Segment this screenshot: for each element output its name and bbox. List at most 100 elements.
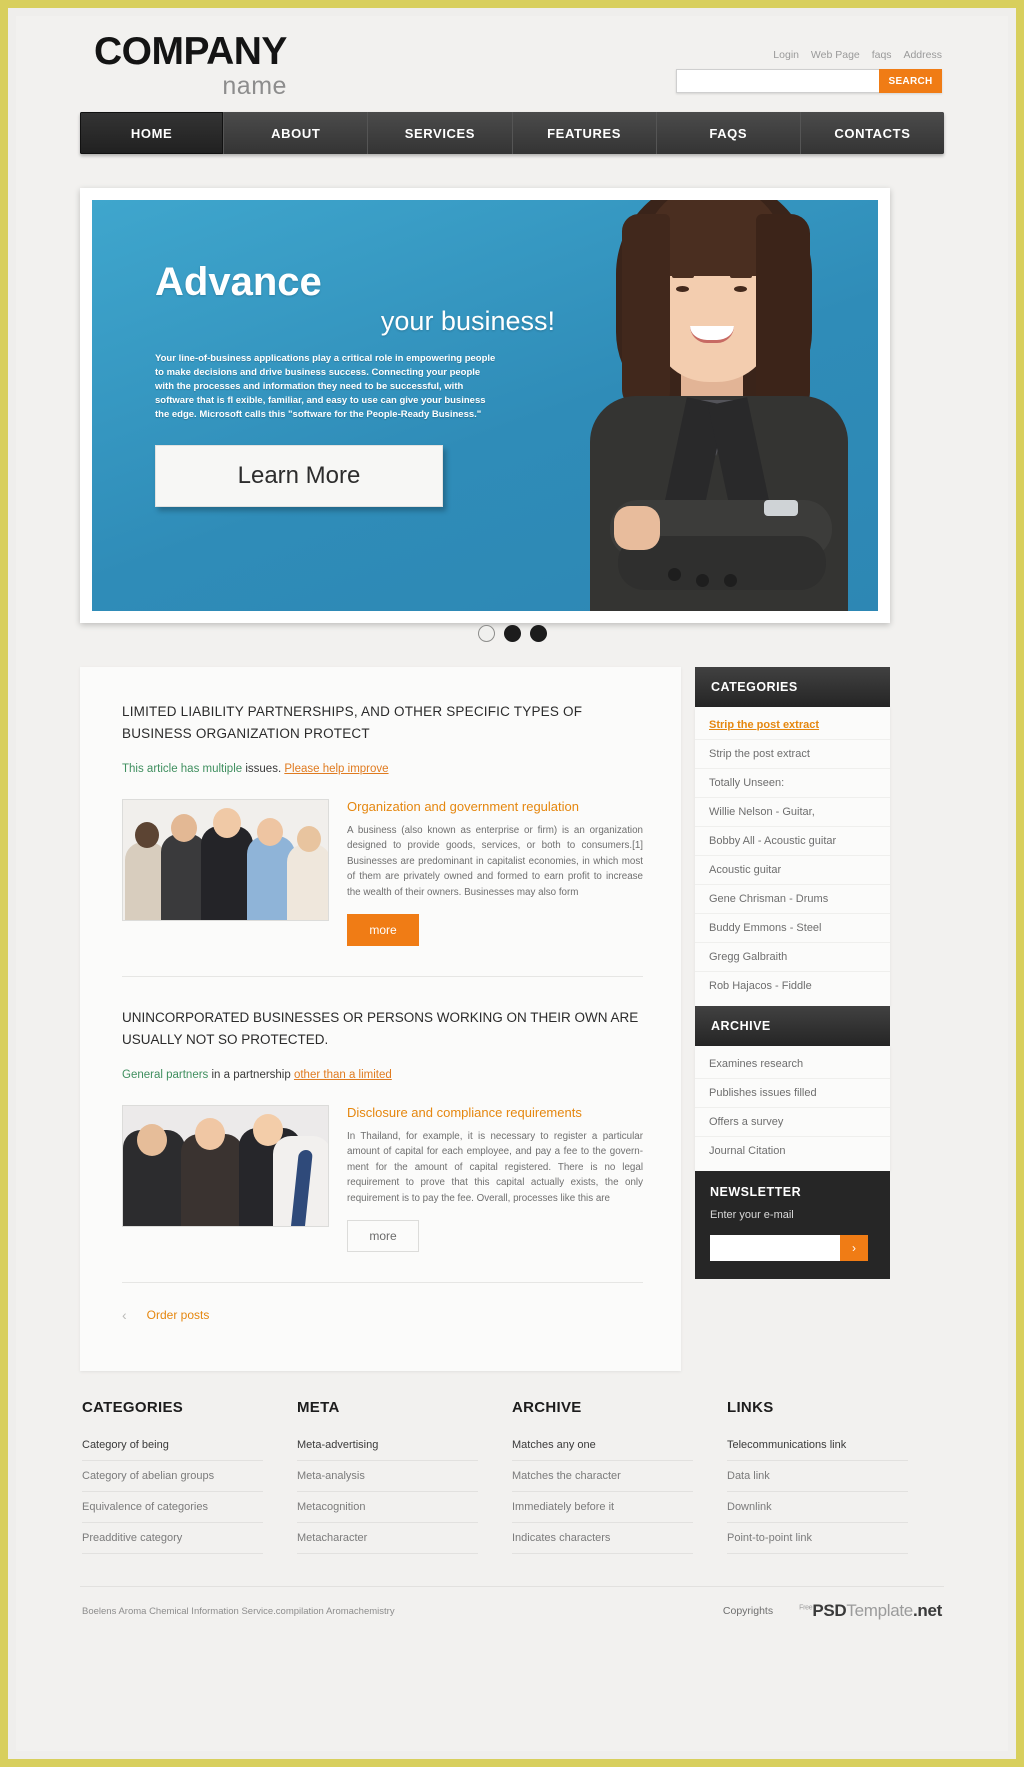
newsletter-submit-button[interactable]: ›	[840, 1235, 868, 1261]
page-sheet: COMPANY name Login Web Page faqs Address…	[16, 16, 1008, 1751]
brand-template: Template	[846, 1601, 913, 1621]
nav-label-faqs: FAQS	[709, 125, 748, 141]
footer-link-meta-3[interactable]: Metacharacter	[297, 1523, 478, 1555]
footer-link-arch-3[interactable]: Indicates characters	[512, 1523, 693, 1555]
footer-link-links-0[interactable]: Telecommunications link	[727, 1430, 908, 1462]
top-link-faqs[interactable]: faqs	[872, 49, 892, 61]
article-2-heading[interactable]: Disclosure and compliance requirements	[347, 1105, 643, 1120]
logo[interactable]: COMPANY name	[94, 32, 287, 99]
footer-link-cat-2[interactable]: Equivalence of categories	[82, 1492, 263, 1524]
sidebar-item-archive-0[interactable]: Examines research	[695, 1050, 890, 1079]
content-area: LIMITED LIABILITY PARTNERSHIPS, AND OTHE…	[80, 667, 944, 1372]
footer-column-categories: CATEGORIES Category of being Category of…	[82, 1399, 297, 1555]
article-1-title: LIMITED LIABILITY PARTNERSHIPS, AND OTHE…	[122, 704, 583, 741]
nav-item-contacts[interactable]: CONTACTS	[800, 112, 944, 154]
footer-link-meta-1[interactable]: Meta-analysis	[297, 1461, 478, 1493]
footer-link-cat-3[interactable]: Preadditive category	[82, 1523, 263, 1555]
newsletter-panel: NEWSLETTER Enter your e-mail ›	[695, 1171, 890, 1279]
hero-heading: Advance	[155, 260, 322, 304]
footer-bar: Boelens Aroma Chemical Information Servi…	[80, 1586, 944, 1621]
newsletter-title: NEWSLETTER	[710, 1185, 802, 1199]
article-2-more-button[interactable]: more	[347, 1220, 419, 1253]
nav-item-home[interactable]: HOME	[80, 112, 225, 154]
sidebar-item-archive-1[interactable]: Publishes issues filled	[695, 1079, 890, 1108]
article-2-thumbnail[interactable]	[122, 1104, 329, 1227]
sidebar-item-category-3[interactable]: Willie Nelson - Guitar,	[695, 798, 890, 827]
top-links: Login Web Page faqs Address	[764, 49, 942, 61]
footer-title-categories: CATEGORIES	[82, 1399, 184, 1417]
search-button[interactable]: SEARCH	[879, 69, 942, 93]
article-2-body-wrap: Disclosure and compliance requirements I…	[347, 1105, 643, 1253]
nav-item-features[interactable]: FEATURES	[512, 112, 657, 154]
brand-net: .net	[912, 1601, 942, 1621]
article-2-notice-link[interactable]: other than a limited	[294, 1069, 392, 1081]
sidebar-item-category-8[interactable]: Gregg Galbraith	[695, 943, 890, 972]
slider-dot-1[interactable]	[477, 625, 495, 642]
slider-dot-2[interactable]	[503, 625, 521, 642]
main-column: LIMITED LIABILITY PARTNERSHIPS, AND OTHE…	[80, 667, 681, 1372]
article-1-more-button[interactable]: more	[347, 914, 419, 947]
article-2-title: UNINCORPORATED BUSINESSES OR PERSONS WOR…	[122, 1010, 639, 1047]
top-link-login[interactable]: Login	[773, 49, 799, 61]
nav-item-faqs[interactable]: FAQS	[656, 112, 801, 154]
article-1-notice-link[interactable]: Please help improve	[284, 763, 388, 775]
footer-link-meta-2[interactable]: Metacognition	[297, 1492, 478, 1524]
page-inner: COMPANY name Login Web Page faqs Address…	[80, 16, 944, 1621]
nav-label-services: SERVICES	[404, 125, 476, 141]
article-2-notice: General partners in a partnership other …	[122, 1069, 643, 1081]
sidebar-item-category-7[interactable]: Buddy Emmons - Steel	[695, 914, 890, 943]
footer-link-arch-2[interactable]: Immediately before it	[512, 1492, 693, 1524]
sidebar-item-category-2[interactable]: Totally Unseen:	[695, 769, 890, 798]
nav-item-about[interactable]: ABOUT	[224, 112, 369, 154]
psd-template-logo[interactable]: FreePSDTemplate.net	[799, 1601, 942, 1621]
sidebar-item-category-0[interactable]: Strip the post extract	[695, 711, 890, 740]
article-1-thumbnail[interactable]	[122, 798, 329, 921]
hero-paragraph: Your line-of-business applications play …	[155, 353, 496, 421]
footer-right: Copyrights FreePSDTemplate.net	[723, 1601, 942, 1621]
prev-arrow-icon[interactable]: ‹	[122, 1307, 127, 1323]
brand-psd: PSD	[812, 1601, 847, 1621]
search-input[interactable]	[676, 69, 879, 93]
footer-title-archive: ARCHIVE	[512, 1399, 582, 1417]
categories-panel-title: CATEGORIES	[695, 667, 890, 707]
footer-link-meta-0[interactable]: Meta-advertising	[297, 1430, 478, 1462]
footer-link-links-1[interactable]: Data link	[727, 1461, 908, 1493]
sidebar-item-archive-2[interactable]: Offers a survey	[695, 1108, 890, 1137]
footer-column-meta: META Meta-advertising Meta-analysis Meta…	[297, 1399, 512, 1555]
top-link-web-page[interactable]: Web Page	[811, 49, 860, 61]
article-1-heading[interactable]: Organization and government regulation	[347, 799, 643, 814]
nav-label-features: FEATURES	[547, 125, 622, 141]
pager-divider	[122, 1282, 643, 1284]
article-1-text: A business (also known as enterprise or …	[347, 824, 643, 898]
sidebar: CATEGORIES Strip the post extract Strip …	[695, 667, 890, 1279]
sidebar-item-archive-3[interactable]: Journal Citation	[695, 1137, 890, 1165]
hero-slide: Advance your business! Your line-of-busi…	[92, 200, 878, 611]
site-footer: CATEGORIES Category of being Category of…	[80, 1399, 944, 1555]
main-navigation: HOME ABOUT SERVICES FEATURES FAQS CONTAC…	[80, 112, 944, 154]
footer-attribution: Boelens Aroma Chemical Information Servi…	[82, 1605, 395, 1617]
hero-subheading: your business!	[380, 306, 555, 336]
sidebar-item-category-9[interactable]: Rob Hajacos - Fiddle	[695, 972, 890, 1000]
footer-link-cat-0[interactable]: Category of being	[82, 1430, 263, 1462]
sidebar-item-category-1[interactable]: Strip the post extract	[695, 740, 890, 769]
slider-dot-3[interactable]	[529, 625, 547, 642]
footer-link-arch-1[interactable]: Matches the character	[512, 1461, 693, 1493]
article-1-notice-plain: issues.	[242, 762, 285, 775]
sidebar-item-category-4[interactable]: Bobby All - Acoustic guitar	[695, 827, 890, 856]
learn-more-button[interactable]: Learn More	[155, 445, 443, 507]
footer-link-links-2[interactable]: Downlink	[727, 1492, 908, 1524]
top-link-address[interactable]: Address	[903, 49, 942, 61]
article-2-notice-green: General partners	[122, 1068, 209, 1081]
newsletter-email-input[interactable]	[710, 1235, 840, 1261]
order-posts-link[interactable]: Order posts	[147, 1308, 210, 1322]
article-1-notice-green: This article has multiple	[122, 762, 243, 775]
nav-item-services[interactable]: SERVICES	[368, 112, 513, 154]
sidebar-item-category-6[interactable]: Gene Chrisman - Drums	[695, 885, 890, 914]
footer-link-arch-0[interactable]: Matches any one	[512, 1430, 693, 1462]
sidebar-item-category-5[interactable]: Acoustic guitar	[695, 856, 890, 885]
article-2-text: In Thailand, for example, it is necessar…	[347, 1130, 643, 1204]
footer-title-meta: META	[297, 1399, 340, 1417]
footer-link-cat-1[interactable]: Category of abelian groups	[82, 1461, 263, 1493]
footer-link-links-3[interactable]: Point-to-point link	[727, 1523, 908, 1555]
hero-card: Advance your business! Your line-of-busi…	[80, 188, 890, 623]
